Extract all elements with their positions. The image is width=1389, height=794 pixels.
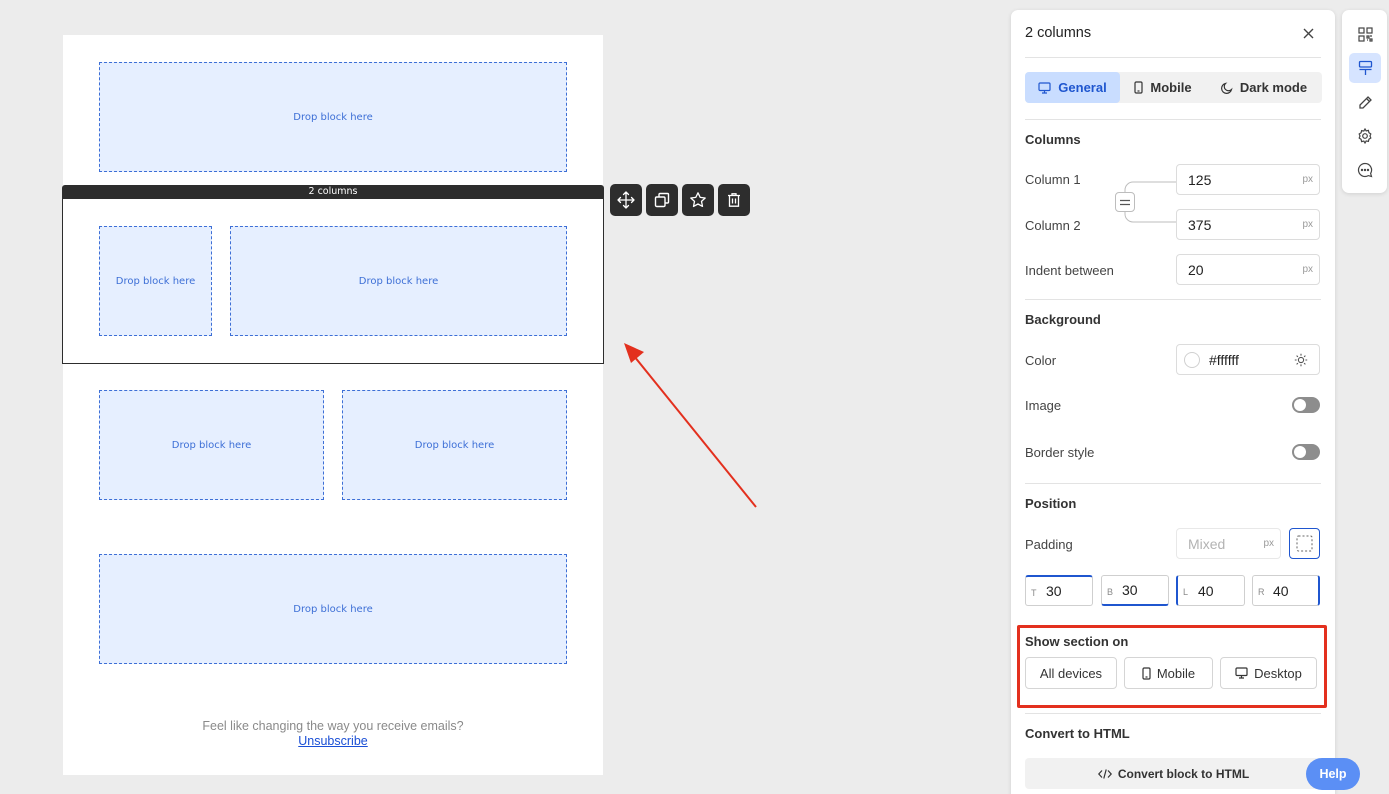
divider: [1025, 299, 1321, 300]
divider: [1025, 57, 1321, 58]
padding-right-input[interactable]: R 40: [1252, 575, 1320, 606]
sun-icon[interactable]: [1294, 353, 1308, 367]
padding-bottom-value: 30: [1122, 582, 1138, 598]
image-toggle[interactable]: [1292, 397, 1320, 413]
border-style-label: Border style: [1025, 445, 1095, 460]
column2-label: Column 2: [1025, 218, 1081, 233]
padding-right-value: 40: [1273, 582, 1289, 599]
tab-general[interactable]: General: [1025, 72, 1120, 103]
moon-icon: [1220, 81, 1233, 94]
padding-input[interactable]: Mixed px: [1176, 528, 1281, 559]
qr-code-icon: [1357, 26, 1373, 42]
column2-width-value: 375: [1188, 216, 1212, 233]
column1-width-value: 125: [1188, 171, 1212, 188]
phone-icon: [1134, 81, 1144, 94]
padding-top-value: 30: [1046, 583, 1062, 599]
padding-left-input[interactable]: L 40: [1176, 575, 1245, 606]
divider: [1025, 119, 1321, 120]
padding-individual-button[interactable]: [1289, 528, 1320, 559]
convert-to-html-button[interactable]: Convert block to HTML: [1025, 758, 1322, 789]
divider: [1025, 483, 1321, 484]
qr-code-button[interactable]: [1349, 19, 1381, 49]
padding-placeholder: Mixed: [1188, 535, 1226, 552]
indent-label: Indent between: [1025, 263, 1114, 278]
paint-roller-icon: [1358, 60, 1372, 75]
comments-button[interactable]: [1349, 155, 1381, 185]
padding-left-value: 40: [1198, 582, 1214, 599]
settings-tabs: General Mobile Dark mode: [1025, 72, 1322, 103]
tab-dark-mode-label: Dark mode: [1239, 80, 1308, 95]
desktop-icon: [1038, 81, 1051, 94]
link-widths-button[interactable]: [1115, 192, 1135, 212]
code-icon: [1097, 768, 1112, 779]
color-label: Color: [1025, 353, 1057, 368]
tab-dark-mode[interactable]: Dark mode: [1206, 72, 1322, 103]
pencil-icon: [1358, 95, 1372, 109]
unit-label: px: [1302, 264, 1313, 275]
tool-rail: [1342, 10, 1387, 193]
help-button[interactable]: Help: [1306, 758, 1360, 790]
tab-general-label: General: [1058, 80, 1107, 95]
divider: [1025, 713, 1321, 714]
close-panel-button[interactable]: [1300, 25, 1316, 41]
gear-icon: [1358, 128, 1372, 144]
equals-icon: [1120, 199, 1130, 205]
image-label: Image: [1025, 398, 1062, 413]
padding-top-tag: T: [1031, 588, 1037, 598]
edit-button[interactable]: [1349, 87, 1381, 117]
panel-title: 2 columns: [1025, 25, 1092, 41]
convert-heading: Convert to HTML: [1025, 726, 1130, 741]
tab-mobile-label: Mobile: [1150, 80, 1192, 95]
columns-heading: Columns: [1025, 132, 1081, 147]
convert-button-label: Convert block to HTML: [1117, 766, 1250, 781]
close-icon: [1303, 28, 1313, 38]
padding-top-input[interactable]: T 30: [1025, 575, 1093, 606]
background-heading: Background: [1025, 312, 1101, 327]
color-swatch[interactable]: [1184, 352, 1200, 368]
padding-bottom-input[interactable]: B 30: [1101, 575, 1169, 606]
padding-left-tag: L: [1183, 587, 1189, 597]
unit-label: px: [1263, 538, 1274, 549]
padding-label: Padding: [1025, 537, 1073, 552]
color-input[interactable]: #ffffff: [1176, 344, 1320, 375]
unit-label: px: [1302, 219, 1313, 230]
appearance-button[interactable]: [1349, 53, 1381, 83]
color-value: #ffffff: [1209, 351, 1239, 368]
column1-width-input[interactable]: 125 px: [1176, 164, 1320, 195]
settings-button[interactable]: [1349, 121, 1381, 151]
column2-width-input[interactable]: 375 px: [1176, 209, 1320, 240]
indent-input[interactable]: 20 px: [1176, 254, 1320, 285]
position-heading: Position: [1025, 496, 1077, 511]
indent-value: 20: [1188, 261, 1204, 278]
border-style-toggle[interactable]: [1292, 444, 1320, 460]
tab-mobile[interactable]: Mobile: [1120, 72, 1206, 103]
highlight-annotation: [1017, 625, 1327, 708]
unit-label: px: [1302, 174, 1313, 185]
dashed-square-icon: [1296, 535, 1313, 552]
column1-label: Column 1: [1025, 172, 1081, 187]
padding-right-tag: R: [1258, 587, 1265, 597]
chat-bubble-icon: [1357, 162, 1373, 178]
padding-bottom-tag: B: [1107, 587, 1114, 597]
